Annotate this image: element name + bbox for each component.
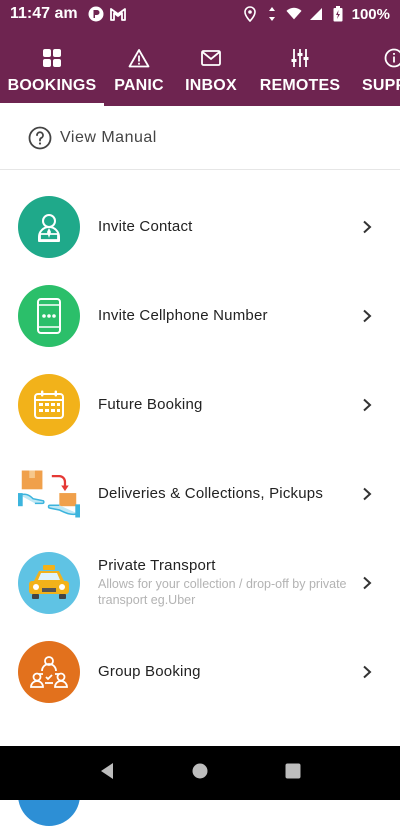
group-icon: [18, 641, 80, 703]
grid-icon: [42, 45, 62, 71]
tab-label: INBOX: [185, 77, 237, 95]
invite-contact-item[interactable]: Invite Contact: [0, 182, 400, 271]
list-item-title: Group Booking: [98, 663, 360, 680]
tab-support[interactable]: SUPPO: [352, 28, 400, 106]
list-item-title: Deliveries & Collections, Pickups: [98, 485, 360, 502]
app-notification-icon: [88, 6, 104, 22]
list-item-title: Invite Cellphone Number: [98, 307, 360, 324]
system-nav-bar: [0, 746, 400, 800]
view-manual-label: View Manual: [60, 129, 157, 147]
signal-icon: [308, 6, 324, 22]
battery-percent: 100%: [352, 6, 390, 23]
booking-options-list: Invite Contact Invite Cellphone Number F…: [0, 182, 400, 805]
mail-icon: [201, 45, 221, 71]
tab-bar: BOOKINGS PANIC INBOX REMOTES SUPPO: [0, 28, 400, 106]
tab-remotes[interactable]: REMOTES: [248, 28, 352, 106]
group-booking-item[interactable]: Group Booking: [0, 627, 400, 716]
list-item-subtitle: Allows for your collection / drop-off by…: [98, 576, 360, 608]
chevron-right-icon: [360, 309, 374, 323]
tab-label: REMOTES: [260, 77, 341, 95]
invite-cellphone-item[interactable]: Invite Cellphone Number: [0, 271, 400, 360]
delivery-box-icon: [18, 463, 80, 525]
taxi-icon: [18, 552, 80, 614]
status-time: 11:47 am: [10, 5, 78, 23]
tab-bookings[interactable]: BOOKINGS: [0, 28, 104, 106]
calendar-icon: [18, 374, 80, 436]
chevron-right-icon: [360, 576, 374, 590]
tab-label: BOOKINGS: [8, 77, 97, 95]
chevron-right-icon: [360, 487, 374, 501]
tab-inbox[interactable]: INBOX: [174, 28, 248, 106]
battery-icon: [330, 6, 346, 22]
tab-label: PANIC: [114, 77, 164, 95]
chevron-right-icon: [360, 220, 374, 234]
tab-label: SUPPO: [362, 77, 400, 95]
warning-icon: [128, 45, 150, 71]
future-booking-item[interactable]: Future Booking: [0, 360, 400, 449]
help-circle-icon: [28, 126, 52, 150]
view-manual-button[interactable]: View Manual: [0, 106, 400, 170]
contact-person-icon: [18, 196, 80, 258]
status-bar: 11:47 am 100%: [0, 0, 400, 28]
recents-icon[interactable]: [284, 762, 302, 785]
list-item-title: Private Transport: [98, 557, 360, 574]
list-item-title: Invite Contact: [98, 218, 360, 235]
back-icon[interactable]: [98, 762, 116, 785]
private-transport-item[interactable]: Private Transport Allows for your collec…: [0, 538, 400, 627]
home-icon[interactable]: [191, 762, 209, 785]
chevron-right-icon: [360, 398, 374, 412]
location-icon: [242, 6, 258, 22]
gmail-icon: [110, 6, 126, 22]
chevron-right-icon: [360, 665, 374, 679]
list-item-title: Future Booking: [98, 396, 360, 413]
sliders-icon: [290, 45, 310, 71]
tab-panic[interactable]: PANIC: [104, 28, 174, 106]
data-arrows-icon: [264, 6, 280, 22]
info-icon: [384, 45, 400, 71]
wifi-icon: [286, 6, 302, 22]
cellphone-icon: [18, 285, 80, 347]
deliveries-item[interactable]: Deliveries & Collections, Pickups: [0, 449, 400, 538]
